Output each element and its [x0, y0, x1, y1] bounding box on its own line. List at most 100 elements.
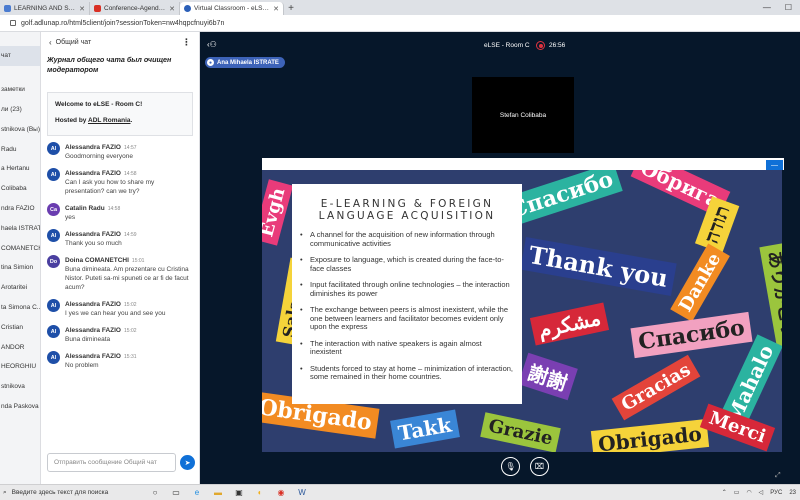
message-text: I yes we can hear you and see you: [65, 310, 166, 317]
user-list-item[interactable]: ta Simona C...: [0, 298, 40, 318]
presentation-slide: Спасибо Обрига תודה Thank you Danke ありがと…: [262, 170, 782, 452]
edge-icon[interactable]: e: [191, 487, 203, 499]
user-list-item[interactable]: ли (23): [0, 100, 40, 120]
recording-icon[interactable]: [536, 41, 545, 50]
user-toggle-icon[interactable]: ‹⚇: [207, 40, 217, 49]
message-sender: Alessandra FAZIO: [65, 144, 121, 151]
avatar: Al: [47, 229, 60, 242]
message-header: Alessandra FAZIO 14:59: [65, 229, 193, 238]
message-body: Doina COMANETCHI 15:01 Buna dimineata. Am …: [65, 255, 193, 292]
user-list-panel: чат заметки ли (23) stnikova (Вы) Radu a Hert…: [0, 32, 41, 484]
chat-message-input[interactable]: Отправить сообщение Общий чат: [47, 453, 176, 472]
presentation-top-strip: [262, 158, 784, 170]
mute-microphone-button[interactable]: 🎙: [501, 457, 520, 476]
user-list-item[interactable]: Cristian: [0, 317, 40, 337]
system-tray: ⌃ ▭ ◠ ◁ РУС 23: [722, 489, 800, 497]
user-list-item[interactable]: nda Paskova: [0, 397, 40, 417]
slide-bullet: The interaction with native speakers is …: [300, 339, 514, 357]
send-icon[interactable]: ➤: [180, 455, 195, 470]
chat-message: Al Alessandra FAZIO 15:02 I yes we can hear…: [47, 299, 193, 318]
decor-word: Thank you: [520, 236, 677, 297]
task-view-icon[interactable]: ○: [149, 487, 161, 499]
microphone-off-icon: 🎙: [505, 462, 516, 471]
message-time: 14:59: [124, 232, 137, 238]
chevron-left-icon[interactable]: ‹: [49, 38, 52, 47]
volume-icon[interactable]: ◁: [759, 489, 764, 496]
tab-close-icon[interactable]: ✕: [79, 5, 85, 13]
message-time: 14:57: [124, 145, 137, 151]
message-body: Alessandra FAZIO 15:02 Buna dimineata: [65, 325, 193, 344]
minimize-presentation-button[interactable]: —: [766, 160, 783, 170]
slide-bullet: Students forced to stay at home – minimi…: [300, 364, 514, 382]
recording-timer: 26:56: [549, 42, 566, 49]
fullscreen-icon[interactable]: ⤢: [775, 472, 781, 480]
user-list-item[interactable]: stnikova: [0, 377, 40, 397]
message-text: yes: [65, 214, 76, 221]
message-text: Buna dimineata: [65, 336, 111, 343]
microphone-icon: ●: [207, 59, 214, 66]
hosted-end: .: [130, 117, 133, 124]
url-text[interactable]: golf.adlunap.ro/html5client/join?session…: [21, 20, 224, 27]
message-sender: Alessandra FAZIO: [65, 353, 121, 360]
user-list-item[interactable]: Radu: [0, 139, 40, 159]
norton-icon[interactable]: ◐: [254, 487, 266, 499]
message-time: 15:01: [131, 258, 145, 264]
minimize-window-icon[interactable]: —: [763, 3, 771, 12]
message-time: 15:02: [124, 328, 137, 334]
user-list-item[interactable]: Colibaba: [0, 179, 40, 199]
taskbar-search[interactable]: ⌕ Введите здесь текст для поиска: [0, 485, 140, 500]
slide-bullet-list: A channel for the acquisition of new inf…: [300, 230, 514, 382]
user-list-item[interactable]: a Hertanu: [0, 159, 40, 179]
store-icon[interactable]: ▣: [233, 487, 245, 499]
message-text: No problem: [65, 362, 99, 369]
clock[interactable]: 23: [789, 490, 796, 496]
user-list-item[interactable]: ndra FAZIO: [0, 199, 40, 219]
webcam-video[interactable]: Stefan Colibaba: [472, 77, 574, 153]
battery-icon[interactable]: ▭: [734, 489, 740, 496]
decor-word: Gracias: [611, 354, 701, 421]
user-list-item[interactable]: COMANETCHI: [0, 238, 40, 258]
user-list-item[interactable]: чат: [0, 46, 40, 66]
share-webcam-button[interactable]: ⌧: [530, 457, 549, 476]
browser-tab-3[interactable]: Virtual Classroom - eLSE - Room ✕: [180, 2, 284, 15]
chat-message: Al Alessandra FAZIO 14:59 Thank you so much: [47, 229, 193, 248]
maximize-window-icon[interactable]: ☐: [785, 3, 792, 12]
user-list-item[interactable]: haela ISTRATE: [0, 218, 40, 238]
avatar: Ca: [47, 203, 60, 216]
message-sender: Doina COMANETCHI: [65, 257, 129, 264]
message-text: Can I ask you how to share my presentati…: [65, 179, 155, 195]
tab-close-icon[interactable]: ✕: [169, 5, 175, 13]
message-header: Alessandra FAZIO 15:31: [65, 351, 193, 360]
decor-word: مشكرم: [529, 302, 610, 346]
message-header: Catalin Radu 14:58: [65, 203, 193, 212]
input-language[interactable]: РУС: [770, 490, 782, 496]
tray-chevron-icon[interactable]: ⌃: [722, 489, 727, 496]
bbb-favicon-icon: [184, 5, 191, 12]
network-icon[interactable]: ◠: [746, 489, 751, 496]
user-list-item[interactable]: ANDOR: [0, 337, 40, 357]
task-switch-icon[interactable]: ▭: [170, 487, 182, 499]
tab-close-icon[interactable]: ✕: [273, 5, 279, 13]
word-icon[interactable]: W: [296, 487, 308, 499]
tab-title: LEARNING AND SOFT: [14, 5, 77, 12]
browser-tab-1[interactable]: LEARNING AND SOFT ✕: [0, 2, 90, 15]
decor-word: Grazie: [480, 412, 561, 452]
user-list-item[interactable]: заметки: [0, 80, 40, 100]
message-header: Alessandra FAZIO 15:02: [65, 325, 193, 334]
message-sender: Alessandra FAZIO: [65, 231, 121, 238]
chrome-icon[interactable]: ◉: [275, 487, 287, 499]
user-list-item[interactable]: tina Simion: [0, 258, 40, 278]
address-bar[interactable]: golf.adlunap.ro/html5client/join?session…: [0, 15, 800, 32]
browser-tab-2[interactable]: Conference-Agenda.pdf ✕: [90, 2, 180, 15]
user-list-item[interactable]: HEORGHIU: [0, 357, 40, 377]
user-list-item[interactable]: Arotaritei: [0, 278, 40, 298]
new-tab-button[interactable]: +: [284, 2, 298, 15]
windows-taskbar: ⌕ Введите здесь текст для поиска ○ ▭ e ▬…: [0, 484, 800, 500]
user-list-item[interactable]: stnikova (Вы): [0, 119, 40, 139]
search-icon: ⌕: [3, 488, 7, 496]
more-options-icon[interactable]: ⋮: [182, 37, 191, 48]
message-sender: Alessandra FAZIO: [65, 170, 121, 177]
message-body: Alessandra FAZIO 15:02 I yes we can hear y…: [65, 299, 193, 318]
host-link[interactable]: ADL Romania: [88, 117, 131, 124]
folder-icon[interactable]: ▬: [212, 487, 224, 499]
